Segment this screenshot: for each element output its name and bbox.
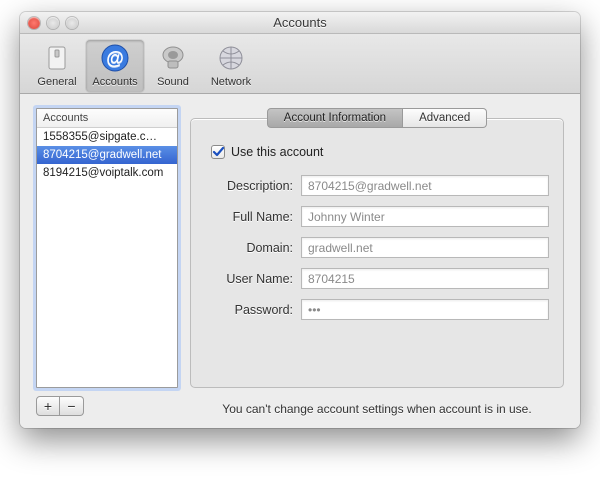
- zoom-icon[interactable]: [66, 17, 78, 29]
- toolbar-item-label: General: [37, 76, 76, 88]
- list-item[interactable]: 8194215@voiptalk.com: [37, 164, 177, 182]
- fullname-field[interactable]: [301, 206, 549, 227]
- password-label: Password:: [205, 303, 301, 317]
- username-field[interactable]: [301, 268, 549, 289]
- toolbar-item-general[interactable]: General: [28, 40, 86, 92]
- detail-pane: Account Information Advanced Use this ac…: [190, 108, 564, 416]
- at-icon: @: [99, 42, 131, 74]
- accounts-sidebar: Accounts 1558355@sipgate.c… 8704215@grad…: [36, 108, 178, 416]
- domain-label: Domain:: [205, 241, 301, 255]
- list-item[interactable]: 8704215@gradwell.net: [37, 146, 177, 164]
- list-item[interactable]: 1558355@sipgate.c…: [37, 128, 177, 146]
- toolbar-item-label: Network: [211, 76, 251, 88]
- accounts-list-header: Accounts: [37, 109, 177, 128]
- add-remove-buttons: + −: [36, 396, 178, 416]
- toolbar-item-network[interactable]: Network: [202, 40, 260, 92]
- window-title: Accounts: [20, 15, 580, 30]
- use-account-checkbox[interactable]: [211, 145, 225, 159]
- tab-account-information[interactable]: Account Information: [267, 108, 403, 128]
- account-info-panel: Use this account Description: Full Name:…: [190, 118, 564, 388]
- use-account-label: Use this account: [231, 145, 323, 159]
- password-field[interactable]: [301, 299, 549, 320]
- preferences-window: Accounts General @ Accounts: [20, 12, 580, 428]
- toolbar-item-label: Accounts: [92, 76, 137, 88]
- toolbar-item-accounts[interactable]: @ Accounts: [86, 40, 144, 92]
- fullname-label: Full Name:: [205, 210, 301, 224]
- add-account-button[interactable]: +: [36, 396, 60, 416]
- toolbar-item-label: Sound: [157, 76, 189, 88]
- use-account-row: Use this account: [211, 145, 549, 159]
- toolbar: General @ Accounts Sound: [20, 34, 580, 94]
- description-field[interactable]: [301, 175, 549, 196]
- globe-icon: [215, 42, 247, 74]
- tab-bar: Account Information Advanced: [190, 108, 564, 128]
- accounts-list[interactable]: Accounts 1558355@sipgate.c… 8704215@grad…: [36, 108, 178, 388]
- svg-text:@: @: [106, 48, 124, 68]
- footnote: You can't change account settings when a…: [190, 402, 564, 416]
- username-label: User Name:: [205, 272, 301, 286]
- window-body: Accounts 1558355@sipgate.c… 8704215@grad…: [20, 94, 580, 428]
- tab-advanced[interactable]: Advanced: [403, 108, 487, 128]
- switch-icon: [41, 42, 73, 74]
- check-icon: [212, 146, 224, 158]
- minimize-icon[interactable]: [47, 17, 59, 29]
- toolbar-item-sound[interactable]: Sound: [144, 40, 202, 92]
- speaker-icon: [157, 42, 189, 74]
- remove-account-button[interactable]: −: [60, 396, 84, 416]
- close-icon[interactable]: [28, 17, 40, 29]
- titlebar: Accounts: [20, 12, 580, 34]
- description-label: Description:: [205, 179, 301, 193]
- traffic-lights: [20, 17, 78, 29]
- domain-field[interactable]: [301, 237, 549, 258]
